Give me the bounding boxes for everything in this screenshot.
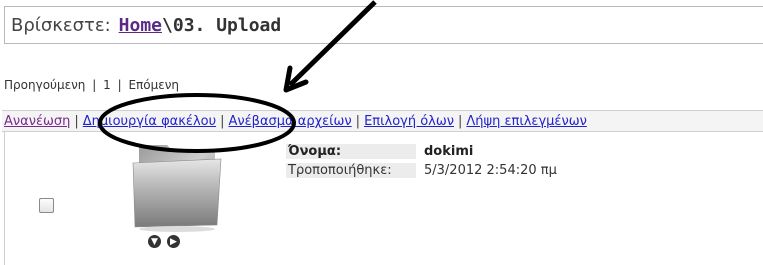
modified-row: Τροποποιήθηκε: 5/3/2012 2:54:20 πμ [286,161,557,180]
upload-files-link[interactable]: Ανέβασμα αρχείων [229,114,352,129]
name-label: Όνομα: [286,144,416,159]
pager-page-number[interactable]: 1 [103,78,111,92]
file-toolbar: Ανανέωση | Δημιουργία φακέλου | Ανέβασμα… [2,110,763,132]
modified-label: Τροποποιήθηκε: [286,163,416,178]
item-metadata: Όνομα: dokimi Τροποποιήθηκε: 5/3/2012 2:… [286,142,557,180]
toolbar-separator: | [355,113,361,129]
breadcrumb-path: \03. Upload [162,14,282,36]
pager: Προηγούμενη | 1 | Επόμενη [4,78,182,92]
toolbar-separator: | [458,113,463,129]
breadcrumb-label: Βρίσκεστε: [11,14,111,36]
create-folder-link[interactable]: Δημιουργία φακέλου [83,114,216,129]
download-icon[interactable]: ▼ [148,235,161,248]
play-icon[interactable]: ▶ [167,235,180,248]
breadcrumb: Βρίσκεστε: Home \03. Upload [4,6,763,44]
breadcrumb-home-link[interactable]: Home [119,15,162,36]
select-all-link[interactable]: Επιλογή όλων [364,114,454,129]
toolbar-separator: | [220,113,225,129]
file-item-panel: ▼ ▶ Όνομα: dokimi Τροποποιήθηκε: 5/3/201… [4,132,763,265]
annotation-arrow-head [283,65,309,93]
modified-value: 5/3/2012 2:54:20 πμ [424,163,557,178]
item-checkbox[interactable] [39,198,54,213]
item-controls: ▼ ▶ [148,235,180,248]
pager-previous[interactable]: Προηγούμενη [4,78,85,92]
pager-next[interactable]: Επόμενη [128,78,179,92]
name-row: Όνομα: dokimi [286,142,557,161]
toolbar-separator: | [74,113,79,129]
download-selected-link[interactable]: Λήψη επιλεγμένων [466,114,586,129]
name-value: dokimi [424,144,474,159]
pager-separator: | [92,78,97,92]
pager-separator: | [117,78,122,92]
refresh-link[interactable]: Ανανέωση [4,114,70,129]
folder-icon[interactable] [127,137,227,233]
